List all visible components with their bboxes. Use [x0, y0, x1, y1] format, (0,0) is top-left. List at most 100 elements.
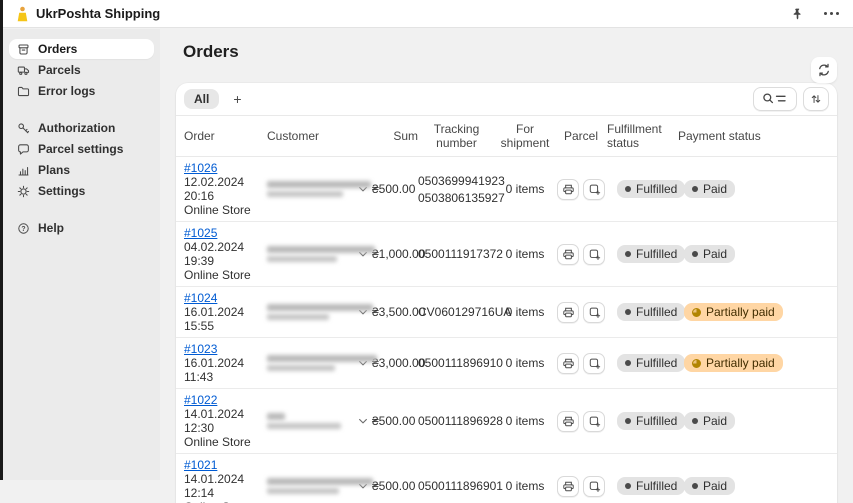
- tracking-cell: CV060129716UA: [418, 305, 495, 319]
- printer-icon: [562, 480, 575, 493]
- order-cell: #102214.01.2024 12:30Online Store: [184, 391, 267, 451]
- customer-phone-redacted: [267, 314, 329, 320]
- payment-status-label: Partially paid: [706, 305, 775, 319]
- duplicate-plus-icon: [588, 306, 601, 319]
- create-parcel-button[interactable]: [583, 244, 605, 265]
- sort-icon: [810, 92, 822, 106]
- app-title: UkrPoshta Shipping: [36, 6, 160, 21]
- sidebar-item-label: Error logs: [38, 84, 95, 98]
- pin-icon[interactable]: [791, 7, 804, 21]
- order-link[interactable]: #1025: [184, 226, 217, 240]
- sidebar-item-error-logs[interactable]: Error logs: [9, 81, 154, 101]
- status-dot-icon: [625, 251, 631, 257]
- sidebar-item-label: Parcel settings: [38, 142, 123, 156]
- sidebar-item-settings[interactable]: Settings: [9, 181, 154, 201]
- duplicate-plus-icon: [588, 357, 601, 370]
- customer-name-redacted: [267, 478, 373, 485]
- status-dot-icon: [625, 483, 631, 489]
- payment-status-badge: Partially paid: [684, 354, 783, 372]
- table-row: #102114.01.2024 12:14Online Store₴500.00…: [176, 454, 837, 503]
- for-shipment-cell: 0 items: [495, 479, 555, 493]
- fulfillment-cell: Fulfilled: [607, 303, 678, 321]
- print-label-button[interactable]: [557, 476, 579, 497]
- partially-paid-icon: [692, 359, 701, 368]
- sidebar-item-label: Settings: [38, 184, 85, 198]
- payment-status-badge: Paid: [684, 412, 735, 430]
- tracking-number: 0500111896901: [418, 479, 495, 493]
- create-parcel-button[interactable]: [583, 411, 605, 432]
- tracking-cell: 05036999419230503806135927: [418, 171, 495, 208]
- ukrposhta-logo-icon: [17, 6, 28, 22]
- print-label-button[interactable]: [557, 179, 579, 200]
- order-cell: #102316.01.2024 11:43: [184, 340, 267, 386]
- column-header-sum: Sum: [372, 123, 418, 149]
- status-dot-icon: [625, 186, 631, 192]
- sum-cell: ₴500.00: [372, 182, 418, 196]
- customer-cell: [267, 178, 355, 200]
- create-parcel-button[interactable]: [583, 179, 605, 200]
- fulfillment-status-label: Fulfilled: [636, 182, 677, 196]
- window-edge: [0, 0, 3, 480]
- create-parcel-button[interactable]: [583, 353, 605, 374]
- print-label-button[interactable]: [557, 411, 579, 432]
- payment-status-label: Paid: [703, 479, 727, 493]
- more-menu-icon[interactable]: [824, 12, 839, 15]
- order-link[interactable]: #1024: [184, 291, 217, 305]
- table-header: Order Customer Sum Tracking number For s…: [176, 116, 837, 157]
- sidebar-item-label: Authorization: [38, 121, 115, 135]
- print-label-button[interactable]: [557, 244, 579, 265]
- orders-card: All +: [176, 83, 837, 503]
- help-icon: ?: [17, 222, 30, 235]
- print-label-button[interactable]: [557, 353, 579, 374]
- add-view-button[interactable]: +: [225, 89, 249, 109]
- duplicate-plus-icon: [588, 480, 601, 493]
- create-parcel-button[interactable]: [583, 476, 605, 497]
- tab-all[interactable]: All: [184, 89, 219, 109]
- sidebar-item-plans[interactable]: Plans: [9, 160, 154, 180]
- folder-icon: [17, 85, 30, 98]
- svg-text:?: ?: [21, 225, 25, 232]
- refresh-icon: [817, 63, 831, 77]
- column-header-parcel: Parcel: [555, 123, 607, 149]
- parcel-cell: [555, 244, 607, 265]
- status-dot-icon: [625, 418, 631, 424]
- order-link[interactable]: #1026: [184, 161, 217, 175]
- order-date: 04.02.2024 19:39: [184, 240, 267, 268]
- sidebar-item-authorization[interactable]: Authorization: [9, 118, 154, 138]
- truck-icon: [17, 64, 30, 77]
- printer-icon: [562, 306, 575, 319]
- table-row: #102214.01.2024 12:30Online Store₴500.00…: [176, 389, 837, 454]
- tracking-cell: 0500111896901: [418, 479, 495, 493]
- customer-phone-redacted: [267, 423, 341, 429]
- payment-cell: Partially paid: [678, 354, 829, 372]
- customer-name-redacted: [267, 355, 377, 362]
- sidebar-item-orders[interactable]: Orders: [9, 39, 154, 59]
- status-dot-icon: [692, 251, 698, 257]
- sidebar-item-parcels[interactable]: Parcels: [9, 60, 154, 80]
- chevron-down-icon: [357, 415, 369, 427]
- sidebar-item-help[interactable]: ? Help: [9, 218, 154, 238]
- parcel-cell: [555, 353, 607, 374]
- duplicate-plus-icon: [588, 415, 601, 428]
- search-filter-button[interactable]: [753, 87, 797, 111]
- print-label-button[interactable]: [557, 302, 579, 323]
- payment-status-label: Paid: [703, 182, 727, 196]
- expand-customer-button[interactable]: [355, 413, 371, 429]
- sidebar-item-parcel-settings[interactable]: Parcel settings: [9, 139, 154, 159]
- payment-status-label: Partially paid: [706, 356, 775, 370]
- key-icon: [17, 122, 30, 135]
- chart-icon: [17, 164, 30, 177]
- sort-button[interactable]: [803, 87, 829, 111]
- order-date: 14.01.2024 12:14: [184, 472, 267, 500]
- customer-name-redacted: [267, 304, 373, 311]
- parcel-cell: [555, 179, 607, 200]
- for-shipment-cell: 0 items: [495, 305, 555, 319]
- order-link[interactable]: #1023: [184, 342, 217, 356]
- table-body: #102612.02.2024 20:16Online Store₴500.00…: [176, 157, 837, 503]
- order-link[interactable]: #1022: [184, 393, 217, 407]
- orders-icon: [17, 43, 30, 56]
- fulfillment-status-label: Fulfilled: [636, 305, 677, 319]
- order-link[interactable]: #1021: [184, 458, 217, 472]
- refresh-button[interactable]: [811, 57, 837, 83]
- create-parcel-button[interactable]: [583, 302, 605, 323]
